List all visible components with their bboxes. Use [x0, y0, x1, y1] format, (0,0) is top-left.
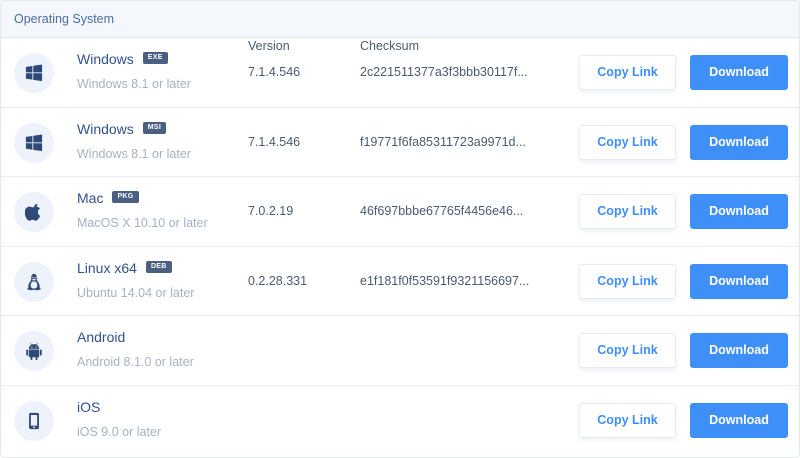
os-name: Mac PKG: [77, 190, 139, 206]
os-name-text: Linux x64: [77, 259, 137, 276]
download-button[interactable]: Download: [690, 55, 788, 90]
windows-icon: [14, 53, 54, 93]
os-name-text: iOS: [77, 398, 101, 415]
os-name-text: Mac: [77, 190, 104, 206]
os-requirement: Windows 8.1 or later: [77, 77, 191, 91]
header-operating-system: Operating System: [14, 12, 115, 26]
android-icon: [14, 331, 54, 371]
copy-link-button[interactable]: Copy Link: [579, 194, 676, 229]
download-button[interactable]: Download: [690, 402, 788, 438]
table-row-android: Android Android 8.1.0 or later Copy Link…: [1, 316, 799, 386]
table-row-ios: iOS iOS 9.0 or later Copy Link Download: [1, 386, 799, 456]
table-row-linux: Linux x64 DEB Ubuntu 14.04 or later 0.2.…: [1, 247, 799, 316]
copy-link-button[interactable]: Copy Link: [579, 333, 676, 368]
format-badge: MSI: [142, 121, 167, 134]
table-header: Operating System Version Checksum: [1, 1, 799, 53]
phone-icon: [14, 400, 54, 441]
version-value: 0.2.28.331: [248, 273, 308, 288]
table-row-mac: Mac PKG MacOS X 10.10 or later 7.0.2.19 …: [1, 177, 799, 247]
os-requirement: MacOS X 10.10 or later: [77, 216, 208, 230]
copy-link-button[interactable]: Copy Link: [579, 402, 676, 438]
apple-icon: [14, 192, 54, 232]
os-name: Linux x64 DEB: [77, 260, 172, 276]
checksum-value: e1f181f0f53591f9321156697...: [360, 273, 530, 288]
version-value: 7.1.4.546: [248, 134, 301, 149]
checksum-value: 2c221511377a3f3bbb30117f...: [360, 65, 528, 79]
os-requirement: iOS 9.0 or later: [77, 424, 162, 439]
downloads-table: Operating System Version Checksum Window…: [0, 0, 800, 458]
copy-link-button[interactable]: Copy Link: [579, 55, 676, 90]
os-name: Windows MSI: [77, 120, 167, 137]
download-button[interactable]: Download: [690, 263, 788, 299]
checksum-value: f19771f6fa85311723a9971d...: [360, 134, 526, 149]
os-name: Android: [77, 329, 125, 345]
copy-link-button[interactable]: Copy Link: [579, 263, 676, 299]
checksum-value: 46f697bbbe67765f4456e46...: [360, 204, 524, 218]
download-button[interactable]: Download: [690, 333, 788, 368]
os-requirement: Ubuntu 14.04 or later: [77, 285, 195, 300]
linux-icon: [14, 261, 54, 302]
os-name-text: Windows: [77, 120, 134, 137]
download-button[interactable]: Download: [690, 194, 788, 229]
windows-icon: [14, 122, 54, 163]
copy-link-button[interactable]: Copy Link: [579, 124, 676, 160]
version-value: 7.1.4.546: [248, 65, 301, 79]
os-requirement: Windows 8.1 or later: [77, 146, 191, 161]
version-value: 7.0.2.19: [248, 204, 294, 218]
os-name-text: Windows: [77, 51, 134, 67]
table-row-windows-msi: Windows MSI Windows 8.1 or later 7.1.4.5…: [1, 108, 799, 177]
table-row-windows-exe: Windows EXE Windows 8.1 or later 7.1.4.5…: [1, 38, 799, 108]
format-badge: PKG: [112, 191, 139, 203]
format-badge: EXE: [142, 52, 168, 64]
os-requirement: Android 8.1.0 or later: [77, 355, 194, 369]
os-name: Windows EXE: [77, 51, 168, 67]
format-badge: DEB: [145, 260, 172, 273]
download-button[interactable]: Download: [690, 124, 788, 160]
os-name: iOS: [77, 399, 100, 415]
os-name-text: Android: [77, 329, 126, 345]
